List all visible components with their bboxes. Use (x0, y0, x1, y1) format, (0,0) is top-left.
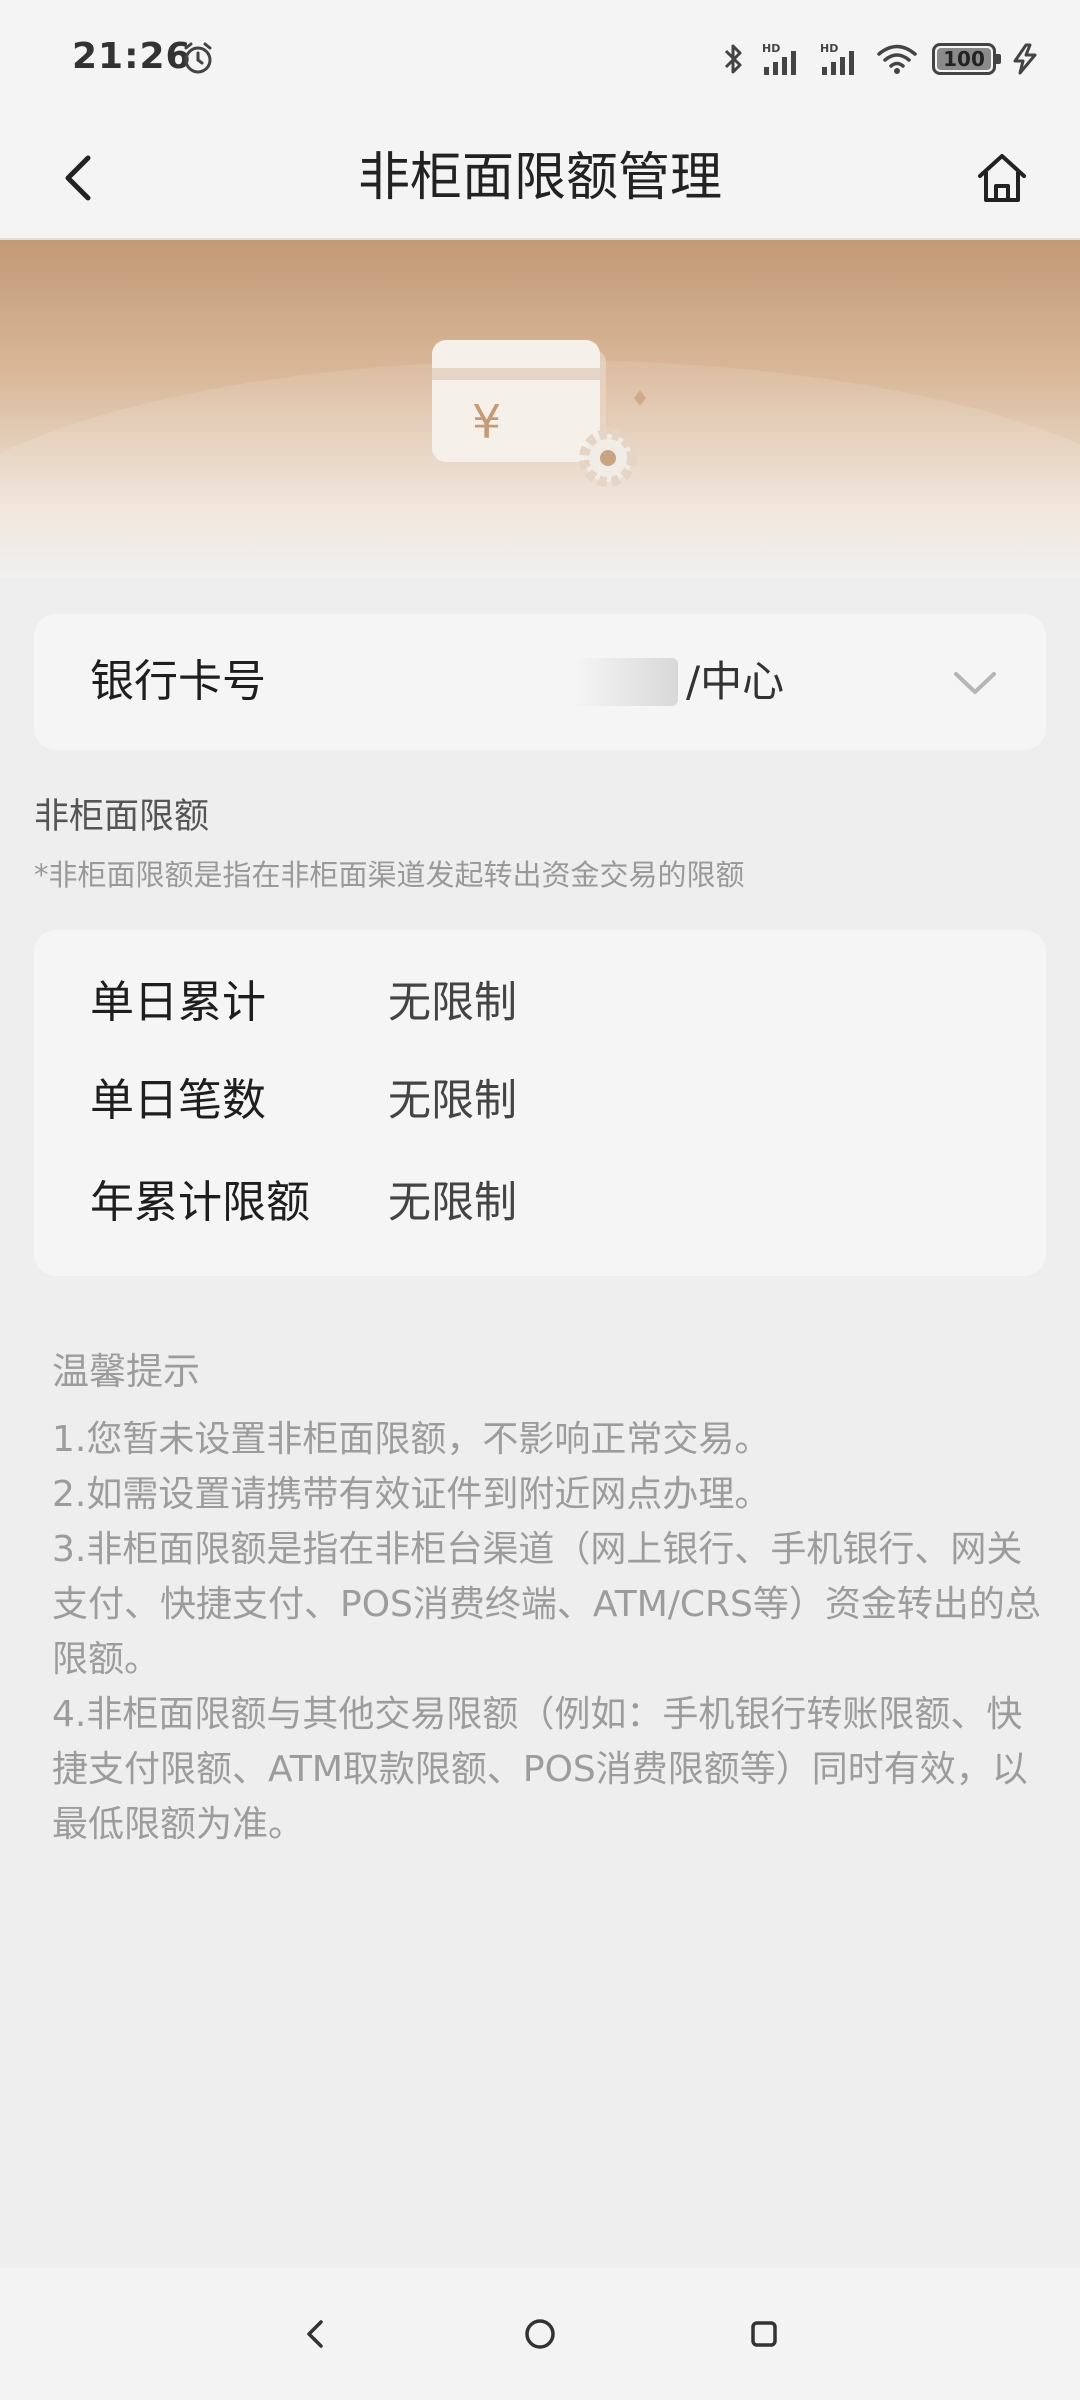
card-number-select[interactable]: 银行卡号 /中心 (34, 614, 1046, 750)
limits-section-title: 非柜面限额 (34, 797, 210, 837)
limit-row-annual-total: 年累计限额 无限制 (90, 1170, 990, 1236)
nav-recents-button[interactable] (732, 2302, 796, 2366)
masked-card-number (574, 658, 678, 706)
card-number-label: 银行卡号 (90, 656, 266, 707)
header: 非柜面限额管理 (0, 118, 1080, 240)
alarm-icon (184, 42, 212, 74)
tips-section: 温馨提示 1.您暂未设置非柜面限额，不影响正常交易。 2.如需设置请携带有效证件… (52, 1344, 1042, 1852)
limit-value: 无限制 (388, 1178, 517, 1228)
limits-card: 单日累计 无限制 单日笔数 无限制 年累计限额 无限制 (34, 930, 1046, 1276)
chevron-down-icon[interactable] (952, 662, 998, 702)
tip-item: 3.非柜面限额是指在非柜台渠道（网上银行、手机银行、网关支付、快捷支付、POS消… (52, 1529, 1041, 1680)
charging-icon (1013, 43, 1037, 75)
limit-value: 无限制 (388, 978, 517, 1028)
currency-symbol: ¥ (472, 395, 501, 449)
signal-hd-icon: HD (762, 42, 796, 75)
banner: ¥ (0, 240, 1080, 578)
chevron-left-icon (65, 155, 91, 201)
wifi-icon (877, 44, 917, 74)
status-time: 21:26 (72, 36, 192, 77)
home-icon (978, 154, 1026, 202)
limit-label: 年累计限额 (90, 1177, 310, 1228)
svg-text:HD: HD (762, 42, 780, 55)
home-button[interactable] (964, 140, 1040, 216)
nav-home-button[interactable] (508, 2302, 572, 2366)
nav-back-icon (307, 2320, 323, 2348)
svg-text:HD: HD (820, 42, 838, 55)
nav-recents-icon (751, 2321, 777, 2347)
limit-row-daily-total: 单日累计 无限制 (90, 970, 990, 1036)
status-bar: 21:26 HD HD 100 (0, 0, 1080, 118)
limit-value: 无限制 (388, 1076, 517, 1126)
card-settings-icon: ¥ (432, 340, 646, 487)
signal-hd-icon: HD (820, 42, 854, 75)
nav-home-icon (525, 2319, 555, 2349)
system-nav-bar (0, 2268, 1080, 2400)
limit-row-daily-count: 单日笔数 无限制 (90, 1068, 990, 1134)
page-title: 非柜面限额管理 (357, 148, 722, 208)
tip-item: 4.非柜面限额与其他交易限额（例如：手机银行转账限额、快捷支付限额、ATM取款限… (52, 1694, 1028, 1845)
tip-item: 2.如需设置请携带有效证件到附近网点办理。 (52, 1474, 771, 1515)
tips-title: 温馨提示 (52, 1350, 200, 1393)
nav-back-button[interactable] (284, 2302, 348, 2366)
back-button[interactable] (40, 140, 116, 216)
card-number-value: /中心 (686, 657, 785, 706)
bluetooth-icon (724, 44, 742, 74)
status-icons: HD HD 100 (722, 38, 1040, 80)
battery-level: 100 (943, 47, 985, 71)
tip-item: 1.您暂未设置非柜面限额，不影响正常交易。 (52, 1419, 771, 1460)
limit-label: 单日累计 (90, 977, 266, 1028)
battery-icon: 100 (932, 43, 1001, 75)
limit-label: 单日笔数 (90, 1075, 266, 1126)
limits-note: *非柜面限额是指在非柜面渠道发起转出资金交易的限额 (34, 858, 745, 892)
